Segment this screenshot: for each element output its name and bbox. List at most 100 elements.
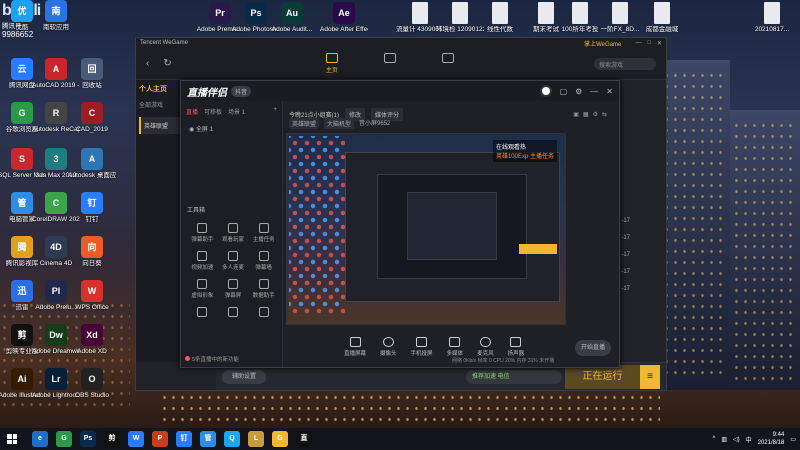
sidebar-header[interactable]: 全部游戏 (139, 100, 181, 109)
settings-icon[interactable]: ⚙ (575, 87, 582, 96)
desktop-icon[interactable]: O OBS Studio (68, 368, 116, 400)
phone-cast-button[interactable]: 手机投屏 (411, 337, 433, 357)
desktop-icon[interactable]: 线性代数 (476, 2, 524, 34)
tab-movable[interactable]: 可移板 (204, 107, 222, 116)
toolbox-item[interactable]: 虚拟形象 (187, 279, 218, 299)
media-icon (441, 53, 454, 63)
notification-icon[interactable]: ▭ (790, 436, 796, 443)
maximize-icon[interactable]: □ (647, 40, 651, 46)
desktop-icon[interactable]: Au Adobe Audit... (268, 2, 316, 34)
eye-icon[interactable]: ◉ (189, 127, 196, 133)
app-icon: Xd (81, 324, 103, 346)
desktop-icon-label: Adobe XD (77, 348, 107, 355)
new-feature-notice[interactable]: 5条直播中的新功能 (185, 355, 239, 363)
app-icon: 南 (45, 0, 67, 22)
tab-store[interactable] (375, 53, 405, 74)
toolbox-item[interactable]: 多人连麦 (218, 251, 249, 271)
desktop-icon[interactable]: 20210817... (748, 2, 796, 34)
toolbox-item[interactable] (218, 307, 249, 319)
desktop-icon[interactable]: 向向日葵 (68, 236, 116, 268)
desktop-icon[interactable]: W WPS Office (68, 280, 116, 312)
wegame-titlebar[interactable]: Tencent WeGame 掌上WeGame — □ ✕ (136, 38, 666, 48)
zhibo-titlebar[interactable]: 直播伴侣 抖音 ▢ ⚙ — ✕ (181, 81, 619, 101)
desktop-icon[interactable]: Xd Adobe XD (68, 324, 116, 356)
taskbar-app-icon[interactable]: Q (224, 431, 240, 447)
screen-capture-button[interactable]: 直播屏幕 (344, 337, 366, 357)
add-scene-icon[interactable]: + (273, 107, 277, 116)
info-icons[interactable]: ▣▦⚙⇆ (573, 111, 611, 118)
menu-icon[interactable]: ≡ (640, 364, 660, 389)
toolbox-item[interactable]: 观看玩家 (218, 223, 249, 243)
stream-preview[interactable]: 在线观看热 英雄100Exp 主播任务 (286, 133, 566, 325)
search-input[interactable]: 搜索游戏 (594, 57, 656, 70)
taskbar-app-icon[interactable]: 剪 (104, 431, 120, 447)
toolbox-item[interactable]: 弹幕屏 (218, 279, 249, 299)
toolbox-item[interactable] (187, 307, 218, 319)
sidebar-brand[interactable]: 个人主页 (139, 84, 181, 94)
desktop-icon[interactable]: A Autodesk 桌面应用程序 (68, 148, 116, 180)
desktop-icon[interactable]: 南南软应用 (32, 0, 80, 32)
speaker-button[interactable]: 扬声器 (508, 337, 524, 357)
minimize-icon[interactable]: — (590, 87, 598, 96)
toolbox-item[interactable] (248, 307, 279, 319)
accelerator-status[interactable]: 推荐加速 电信 (466, 369, 562, 384)
tool-icon (258, 223, 269, 233)
toolbox-item[interactable]: 主播任务 (248, 223, 279, 243)
desktop-icon[interactable]: 一阶FX_8D... (596, 2, 644, 34)
desktop-icon[interactable]: 回回收站 (68, 58, 116, 90)
desktop-icon[interactable]: 成都金融城 (638, 2, 686, 34)
minimize-icon[interactable]: — (635, 40, 641, 46)
sidebar-item-lol[interactable]: 英雄联盟 (139, 117, 181, 134)
app-icon: Ai (11, 368, 33, 390)
desktop-icon-label: 南软应用 (43, 24, 69, 31)
taskbar-app-icon[interactable]: L (248, 431, 264, 447)
input-language[interactable]: 中 (746, 435, 752, 444)
camera-button[interactable]: 摄像头 (380, 337, 397, 357)
taskbar-app-icon[interactable]: W (128, 431, 144, 447)
tab-home[interactable]: 主页 (317, 53, 347, 74)
tray-arrow-icon[interactable]: ^ (712, 436, 715, 442)
zhibo-version[interactable]: 抖音 (231, 85, 252, 97)
taskbar-app-icon[interactable]: Ps (80, 431, 96, 447)
back-icon[interactable]: ‹ (146, 58, 149, 69)
assist-settings-button[interactable]: 辅助设置 (222, 369, 266, 384)
close-icon[interactable]: ✕ (606, 87, 613, 96)
tab-scene[interactable]: 场景 1 (228, 107, 245, 116)
running-button[interactable]: 正在运行 (565, 364, 640, 389)
tab-live[interactable]: 直播 (186, 107, 198, 116)
taskbar-app-icon[interactable]: 管 (200, 431, 216, 447)
taskbar-app-icon[interactable]: G (272, 431, 288, 447)
wegame-brand[interactable]: 掌上WeGame (584, 39, 621, 48)
tab-media[interactable] (433, 53, 463, 74)
refresh-icon[interactable]: ↻ (163, 58, 171, 69)
network-icon[interactable]: ▥ (721, 436, 727, 443)
notice-label: 5条直播中的新功能 (192, 357, 240, 363)
taskbar-app-icon[interactable]: 钉 (176, 431, 192, 447)
zhibo-window[interactable]: 直播伴侣 抖音 ▢ ⚙ — ✕ 直播 可移板 场景 1 + ◉ 全屏 1 工具箱… (180, 80, 620, 368)
phone-icon (416, 337, 428, 347)
avatar[interactable] (539, 85, 552, 97)
toolbox-item[interactable]: 弹幕墙 (248, 251, 279, 271)
device-chip[interactable]: 大脑机型 (324, 118, 355, 129)
start-live-button[interactable]: 开始直播 (575, 340, 611, 356)
microphone-button[interactable]: 麦克风 (477, 337, 494, 357)
desktop-icon[interactable]: C CAD_2019 (68, 102, 116, 134)
close-icon[interactable]: ✕ (657, 40, 662, 47)
taskbar-app-icon[interactable]: G (56, 431, 72, 447)
taskbar-app-icon[interactable]: 直 (296, 431, 312, 447)
scene-item[interactable]: ◉ 全屏 1 (181, 119, 282, 138)
clock[interactable]: 9:44 2021/8/18 (758, 431, 785, 447)
taskbar-app-icon[interactable]: e (32, 431, 48, 447)
live-info-sub: 英雄联盟 大脑机型 音小屏9652 (289, 118, 390, 129)
desktop-icon[interactable]: Ae Adobe After Effects CC (320, 2, 368, 34)
media-button[interactable]: 多媒体 (447, 337, 463, 357)
desktop-icon[interactable]: 钉钉钉 (68, 192, 116, 224)
toolbox-item[interactable]: 弹幕助手 (187, 223, 218, 243)
volume-icon[interactable]: ◁) (733, 436, 740, 443)
taskbar-app-icon[interactable]: P (152, 431, 168, 447)
message-icon[interactable]: ▢ (560, 87, 568, 96)
category-chip[interactable]: 英雄联盟 (289, 118, 320, 129)
toolbox-item[interactable]: 数据助手 (248, 279, 279, 299)
toolbox-item[interactable]: 视频加速 (187, 251, 218, 271)
start-button[interactable] (4, 431, 20, 447)
